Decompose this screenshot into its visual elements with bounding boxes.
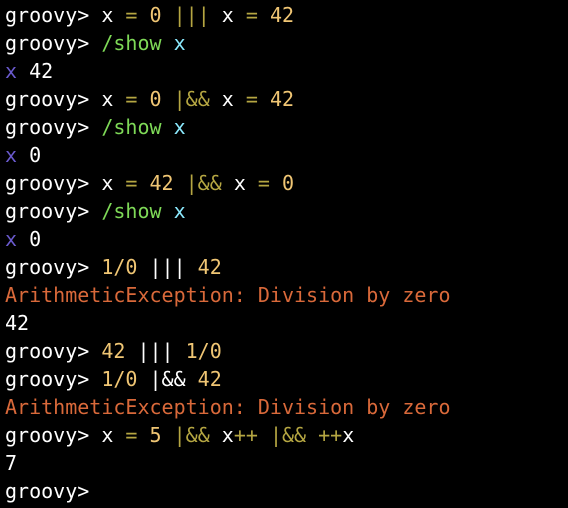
variable-text: x [173,31,186,55]
operator-text: |&& [269,423,319,447]
output-text: 0 [29,143,42,167]
command-text: /show [101,31,174,55]
prompt-text: groovy> [5,367,102,391]
code-text: x [342,423,355,447]
number-literal: 1/0 [101,367,150,391]
code-text: x [221,423,234,447]
number-literal: 42 [149,171,186,195]
number-literal: 0 [149,3,174,27]
operator-text: = [125,87,150,111]
number-literal: 1/0 [185,339,222,363]
terminal-line: groovy> x = 5 |&& x++ |&& ++x [5,421,568,449]
number-literal: 42 [197,255,222,279]
terminal-line: groovy> /show x [5,113,568,141]
output-text: 7 [5,451,18,475]
prompt-text: groovy> [5,479,90,503]
output-text: 42 [5,311,30,335]
operator-text: ++ [233,423,270,447]
operator-text: |&& [173,87,222,111]
prompt-text: groovy> [5,255,102,279]
operator-text: |&& [173,423,222,447]
number-literal: 42 [269,3,295,27]
terminal-line: groovy> 1/0 |&& 42 [5,365,568,393]
terminal-window[interactable]: groovy> x = 0 ||| x = 42 groovy> /show xx… [0,0,568,508]
terminal-line: ArithmeticException: Division by zero [5,281,568,309]
operator-text: ||| [173,3,222,27]
command-text: /show [101,115,174,139]
terminal-line: ArithmeticException: Division by zero [5,393,568,421]
operator-text: = [245,3,270,27]
number-literal: 0 [149,87,174,111]
prompt-text: groovy> [5,199,102,223]
terminal-line: x 0 [5,141,568,169]
variable-output: x [5,227,30,251]
code-text: ||| [137,339,186,363]
terminal-line: groovy> 1/0 ||| 42 [5,253,568,281]
code-text: x [101,87,126,111]
variable-text: x [173,115,186,139]
output-text: 42 [29,59,54,83]
number-literal: 42 [197,367,222,391]
terminal-line: groovy> x = 42 |&& x = 0 [5,169,568,197]
operator-text: = [245,87,270,111]
code-text: x [101,3,126,27]
terminal-line: 7 [5,449,568,477]
terminal-line: x 42 [5,57,568,85]
number-literal: 1/0 [101,255,150,279]
error-message: ArithmeticException: Division by zero [5,395,451,419]
terminal-line: groovy> x = 0 ||| x = 42 [5,1,568,29]
code-text: ||| [149,255,198,279]
terminal-line: 42 [5,309,568,337]
prompt-text: groovy> [5,423,102,447]
prompt-text: groovy> [5,339,102,363]
operator-text: = [125,423,150,447]
code-text: x [101,171,126,195]
variable-text: x [173,199,186,223]
output-text: 0 [29,227,42,251]
operator-text: |&& [185,171,234,195]
variable-output: x [5,143,30,167]
operator-text: = [257,171,282,195]
terminal-line: x 0 [5,225,568,253]
number-literal: 42 [101,339,138,363]
operator-text: = [125,3,150,27]
terminal-line: groovy> x = 0 |&& x = 42 [5,85,568,113]
code-text: x [221,3,246,27]
operator-text: ++ [318,423,343,447]
code-text: x [101,423,126,447]
terminal-line: groovy> [5,477,568,505]
prompt-text: groovy> [5,87,102,111]
terminal-line: groovy> /show x [5,29,568,57]
terminal-line: groovy> /show x [5,197,568,225]
prompt-text: groovy> [5,171,102,195]
terminal-line: groovy> 42 ||| 1/0 [5,337,568,365]
number-literal: 0 [282,171,295,195]
prompt-text: groovy> [5,3,102,27]
code-text: x [221,87,246,111]
command-text: /show [101,199,174,223]
code-text: x [233,171,258,195]
prompt-text: groovy> [5,31,102,55]
error-message: ArithmeticException: Division by zero [5,283,451,307]
code-text: |&& [149,367,198,391]
variable-output: x [5,59,30,83]
number-literal: 42 [269,87,295,111]
prompt-text: groovy> [5,115,102,139]
number-literal: 5 [149,423,174,447]
operator-text: = [125,171,150,195]
